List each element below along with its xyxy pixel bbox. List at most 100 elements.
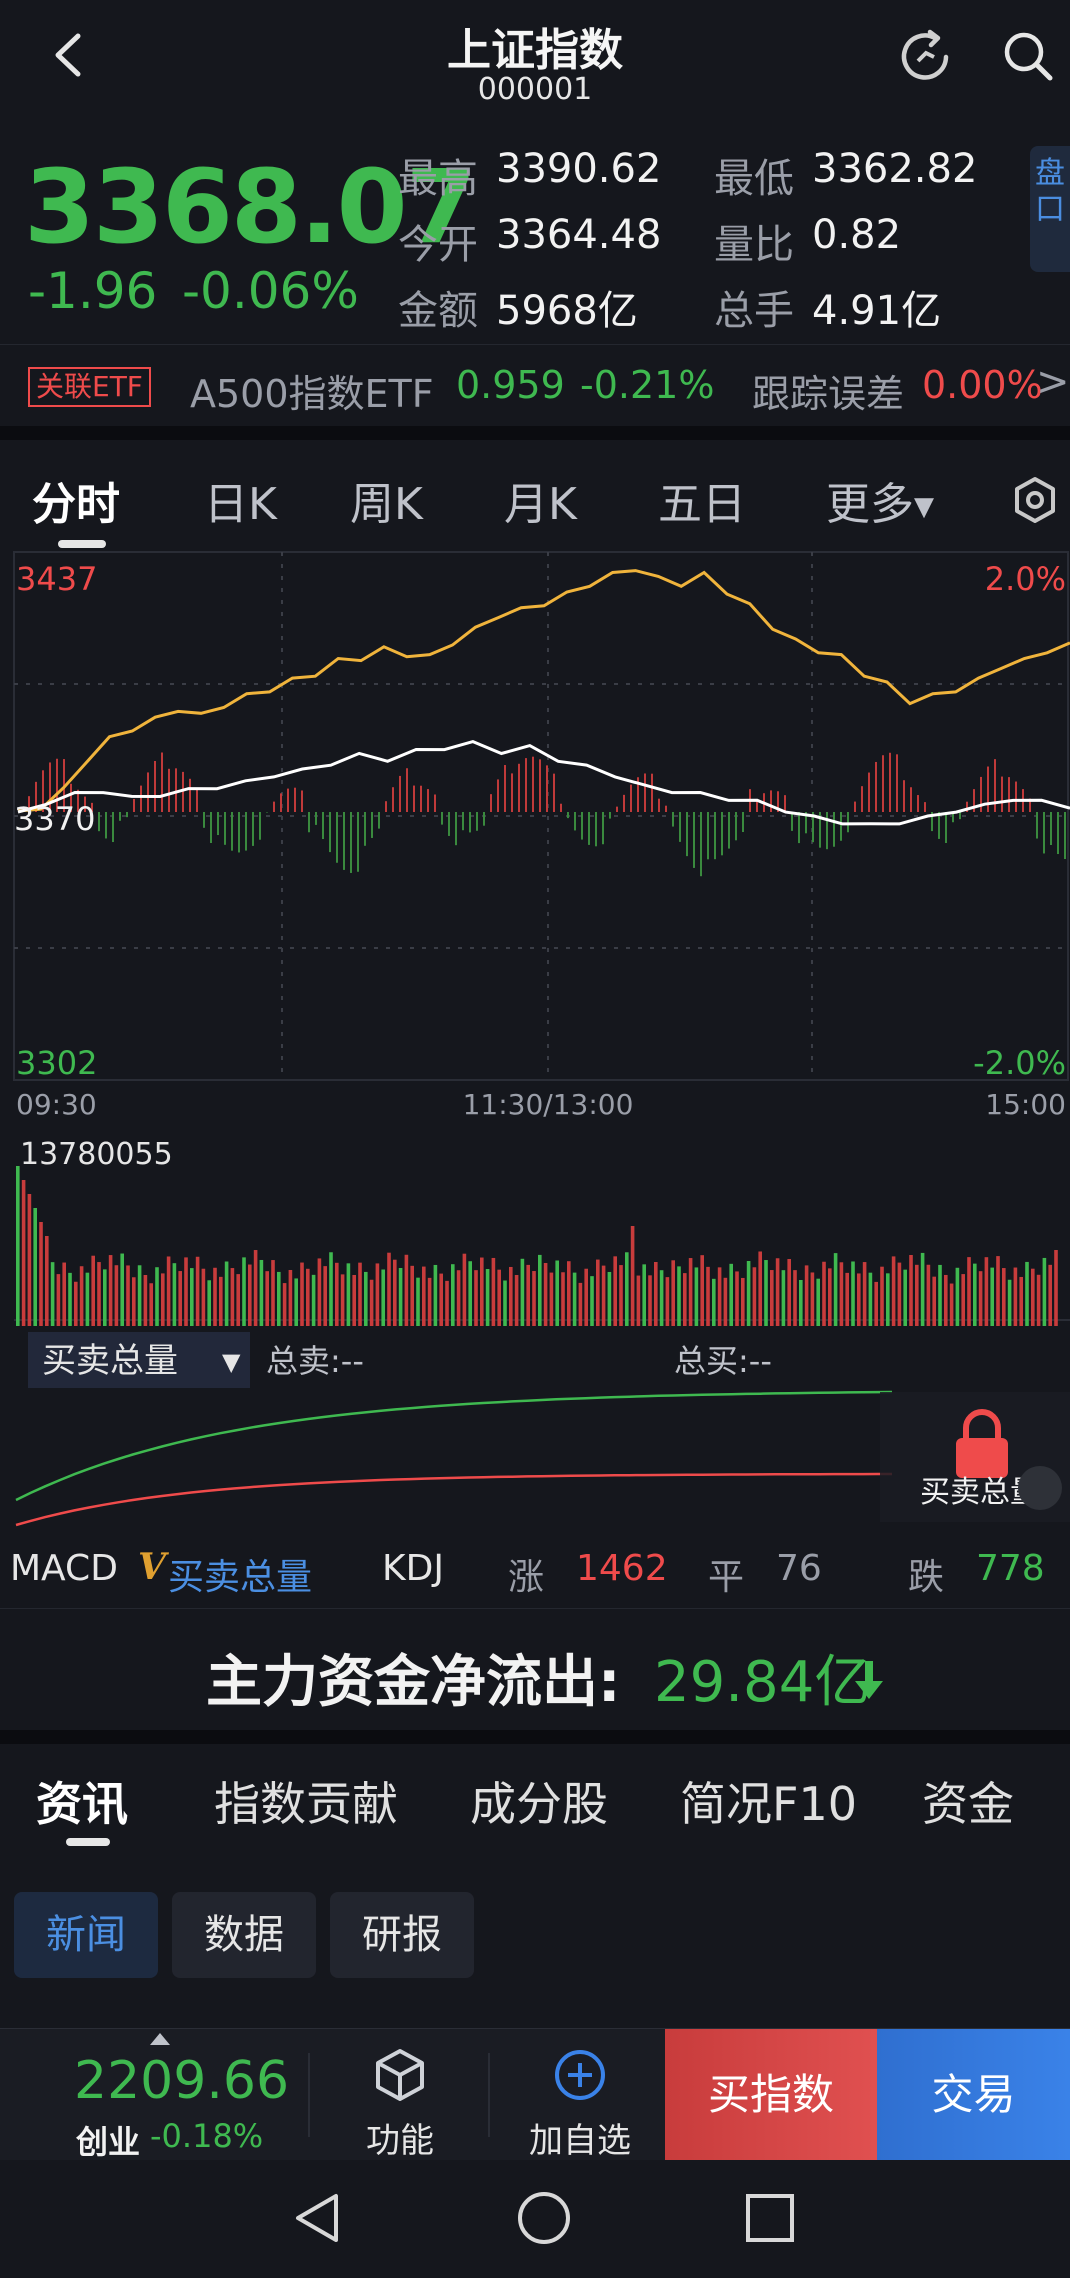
stat-high-value: 3390.62 xyxy=(496,146,662,192)
volume-bar xyxy=(1048,1264,1052,1326)
tab-more[interactable]: 更多▼ xyxy=(826,468,934,532)
index-ticker[interactable]: 2209.66 创业 -0.18% xyxy=(0,2029,300,2161)
volume-bar xyxy=(659,1270,664,1326)
tab-profile-f10[interactable]: 简况F10 xyxy=(680,1768,857,1834)
tracking-error-label: 跟踪误差 xyxy=(752,372,905,416)
etf-name: A500指数ETF xyxy=(190,372,434,416)
volume-bar xyxy=(851,1261,855,1326)
tab-five-day[interactable]: 五日 xyxy=(658,468,746,532)
volume-bar xyxy=(706,1266,710,1326)
price-change: -1.96 xyxy=(28,262,158,320)
rise-count: 1462 xyxy=(576,1548,668,1589)
buy-index-button[interactable]: 买指数 xyxy=(665,2029,877,2161)
volume-bar xyxy=(300,1262,304,1326)
volume-bar xyxy=(201,1268,206,1326)
volume-bar xyxy=(810,1272,815,1326)
tab-daily-k[interactable]: 日K xyxy=(204,468,277,532)
volume-bar xyxy=(700,1255,704,1326)
volume-bar xyxy=(306,1268,310,1326)
volume-bar xyxy=(944,1274,948,1326)
tab-news-info[interactable]: 资讯 xyxy=(36,1768,128,1834)
volume-bar xyxy=(636,1275,641,1326)
volume-bar xyxy=(804,1265,809,1326)
tab-intraday[interactable]: 分时 xyxy=(32,468,120,532)
nav-back-icon[interactable] xyxy=(290,2190,346,2246)
stat-volratio-label: 量比 xyxy=(714,222,794,268)
fund-flow-value: 29.84亿 xyxy=(654,1650,871,1715)
indicator-buy-sell-total[interactable]: 买卖总量 xyxy=(168,1548,312,1600)
tab-monthly-k[interactable]: 月K xyxy=(504,468,577,532)
volume-bar xyxy=(323,1266,327,1326)
volume-bar xyxy=(410,1265,414,1326)
refresh-icon[interactable] xyxy=(896,28,954,86)
volume-bar xyxy=(79,1266,84,1326)
volume-bar xyxy=(723,1277,728,1326)
nav-home-icon[interactable] xyxy=(514,2188,574,2248)
order-book-tab[interactable]: 盘口 xyxy=(1030,146,1070,272)
volume-bar xyxy=(422,1266,426,1326)
chevron-right-icon: > xyxy=(1036,359,1070,405)
volume-bar xyxy=(178,1271,182,1326)
y-axis-top-label: 3437 xyxy=(16,560,97,598)
function-button[interactable]: 功能 xyxy=(320,2029,480,2161)
volume-bar xyxy=(578,1282,583,1326)
volume-bar xyxy=(514,1274,519,1326)
volume-max-label: 13780055 xyxy=(20,1137,173,1172)
add-watchlist-button[interactable]: 加自选 xyxy=(500,2029,660,2161)
volume-bar xyxy=(590,1276,594,1326)
volume-bar xyxy=(874,1281,878,1326)
tab-constituents[interactable]: 成分股 xyxy=(470,1768,608,1834)
nav-recents-icon[interactable] xyxy=(742,2190,798,2246)
volume-bar xyxy=(694,1267,699,1326)
pct-axis-top-label: 2.0% xyxy=(985,560,1066,598)
bs-selector-label[interactable]: 买卖总量 xyxy=(42,1341,178,1381)
main-fund-flow[interactable]: 主力资金净流出: 29.84亿 xyxy=(0,1608,1070,1729)
volume-bar xyxy=(114,1265,119,1326)
volume-bar xyxy=(1002,1268,1006,1326)
intraday-chart[interactable]: 3437 3370 3302 2.0% -2.0% 09:30 11:30/13… xyxy=(0,550,1070,1550)
chip-news[interactable]: 新闻 xyxy=(14,1892,158,1978)
volume-bar xyxy=(190,1268,194,1326)
gear-icon[interactable] xyxy=(1010,475,1060,525)
chip-data[interactable]: 数据 xyxy=(172,1892,316,1978)
indicator-kdj[interactable]: KDJ xyxy=(382,1548,444,1589)
total-buy-label: 总买:-- xyxy=(674,1342,772,1380)
volume-bar xyxy=(340,1274,345,1326)
volume-bar xyxy=(224,1261,229,1326)
volume-bar xyxy=(137,1265,142,1326)
volume-bar xyxy=(822,1261,826,1326)
index-value: 2209.66 xyxy=(74,2051,290,2111)
volume-bar xyxy=(288,1269,293,1326)
tab-funds[interactable]: 资金 xyxy=(922,1768,1014,1834)
chip-research[interactable]: 研报 xyxy=(330,1892,474,1978)
fall-label: 跌 xyxy=(908,1557,945,1598)
volume-bar xyxy=(775,1258,780,1326)
tab-index-contribution[interactable]: 指数贡献 xyxy=(214,1768,398,1834)
volume-bar xyxy=(445,1280,449,1326)
trade-button[interactable]: 交易 xyxy=(877,2029,1070,2161)
volume-bar xyxy=(845,1272,849,1326)
total-buy-curve xyxy=(15,1390,893,1502)
tab-weekly-k[interactable]: 周K xyxy=(350,468,423,532)
volume-bar xyxy=(253,1250,258,1326)
volume-bar xyxy=(451,1264,455,1326)
related-etf-bar[interactable]: 关联ETF A500指数ETF 0.959 -0.21% 跟踪误差 0.00% … xyxy=(0,344,1070,421)
volume-bar xyxy=(613,1256,617,1326)
volume-bar xyxy=(468,1261,472,1326)
volume-bar xyxy=(149,1283,153,1326)
index-pct: -0.18% xyxy=(150,2117,264,2155)
stat-open-value: 3364.48 xyxy=(496,212,662,258)
volume-bar xyxy=(311,1274,316,1326)
indicator-macd[interactable]: MACD xyxy=(10,1548,118,1589)
stat-volume-value: 4.91亿 xyxy=(812,288,942,334)
volume-bar xyxy=(596,1259,600,1326)
volume-bar xyxy=(282,1283,287,1326)
stat-open-label: 今开 xyxy=(398,222,478,268)
price-change-pct: -0.06% xyxy=(182,262,359,320)
volume-bar xyxy=(758,1251,762,1326)
expand-button[interactable] xyxy=(1018,1466,1062,1510)
search-icon[interactable] xyxy=(1000,28,1056,84)
volume-bar xyxy=(108,1255,113,1326)
volume-bar xyxy=(572,1272,577,1326)
volume-bar xyxy=(903,1269,907,1326)
